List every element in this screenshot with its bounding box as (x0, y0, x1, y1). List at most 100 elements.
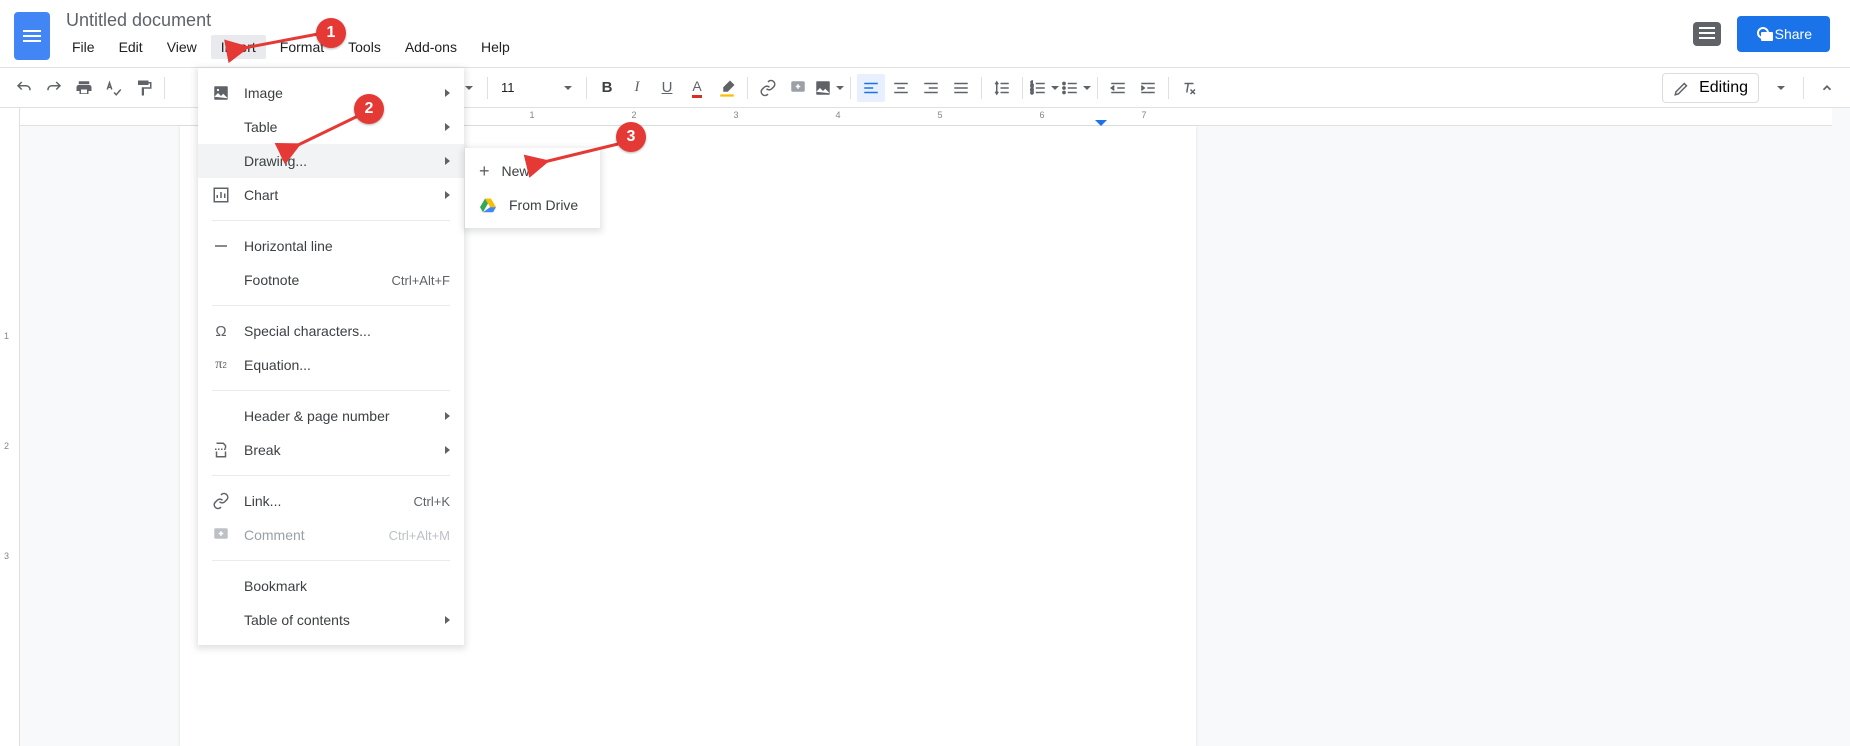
document-title[interactable]: Untitled document (62, 6, 1693, 33)
menu-item-label: Header & page number (244, 408, 390, 424)
paint-format-button[interactable] (130, 74, 158, 102)
blank-icon (212, 152, 230, 170)
pencil-icon (1673, 79, 1691, 97)
menu-shortcut: Ctrl+Alt+M (389, 528, 450, 543)
toolbar-separator (1803, 77, 1804, 99)
toolbar-separator (850, 77, 851, 99)
menu-addons[interactable]: Add-ons (395, 35, 467, 59)
docs-logo-icon[interactable] (14, 12, 50, 60)
clear-formatting-button[interactable] (1175, 74, 1203, 102)
toolbar-separator (586, 77, 587, 99)
v-ruler-mark: 2 (4, 441, 9, 451)
blank-icon (212, 407, 230, 425)
increase-indent-button[interactable] (1134, 74, 1162, 102)
submenu-arrow-icon (445, 123, 450, 131)
underline-button[interactable]: U (653, 74, 681, 102)
insert-link-button[interactable] (754, 74, 782, 102)
blank-icon (212, 611, 230, 629)
menu-item-link[interactable]: Link... Ctrl+K (198, 484, 464, 518)
menu-item-bookmark[interactable]: Bookmark (198, 569, 464, 603)
comment-icon (212, 526, 230, 544)
undo-button[interactable] (10, 74, 38, 102)
menu-item-footnote[interactable]: Footnote Ctrl+Alt+F (198, 263, 464, 297)
blank-icon (212, 577, 230, 595)
text-color-button[interactable]: A (683, 74, 711, 102)
menu-item-toc[interactable]: Table of contents (198, 603, 464, 637)
blank-icon (212, 118, 230, 136)
menu-item-label: Link... (244, 493, 281, 509)
line-spacing-button[interactable] (988, 74, 1016, 102)
mode-dropdown[interactable] (1765, 74, 1793, 102)
menu-item-special-chars[interactable]: Ω Special characters... (198, 314, 464, 348)
numbered-list-button[interactable]: 123 (1029, 74, 1059, 102)
annotation-badge-1: 1 (316, 18, 346, 48)
lock-icon (1755, 27, 1767, 41)
align-center-button[interactable] (887, 74, 915, 102)
submenu-label: New (502, 163, 530, 179)
italic-button[interactable]: I (623, 74, 651, 102)
menu-item-label: Image (244, 85, 283, 101)
blank-icon (212, 271, 230, 289)
menu-item-equation[interactable]: π2 Equation... (198, 348, 464, 382)
h-ruler-mark: 1 (529, 110, 534, 120)
menu-item-label: Table (244, 119, 277, 135)
bold-button[interactable]: B (593, 74, 621, 102)
menu-tools[interactable]: Tools (338, 35, 391, 59)
font-size-dropdown[interactable] (552, 74, 580, 102)
bulleted-list-button[interactable] (1061, 74, 1091, 102)
menu-separator (212, 475, 450, 476)
redo-button[interactable] (40, 74, 68, 102)
insert-image-button[interactable] (814, 74, 844, 102)
collapse-toolbar-button[interactable] (1814, 75, 1840, 101)
align-right-button[interactable] (917, 74, 945, 102)
menu-file[interactable]: File (62, 35, 105, 59)
toolbar-separator (164, 77, 165, 99)
mode-label: Editing (1699, 79, 1748, 97)
annotation-arrow-2 (288, 112, 366, 157)
submenu-arrow-icon (445, 157, 450, 165)
menu-item-label: Bookmark (244, 578, 307, 594)
menu-shortcut: Ctrl+Alt+F (391, 273, 450, 288)
font-size-value: 11 (495, 80, 521, 95)
link-icon (212, 492, 230, 510)
h-ruler-mark: 7 (1141, 110, 1146, 120)
omega-icon: Ω (212, 322, 230, 340)
submenu-label: From Drive (509, 197, 578, 213)
menu-item-chart[interactable]: Chart (198, 178, 464, 212)
menu-separator (212, 220, 450, 221)
menu-view[interactable]: View (157, 35, 207, 59)
add-comment-button[interactable] (784, 74, 812, 102)
horizontal-line-icon (212, 237, 230, 255)
submenu-item-from-drive[interactable]: From Drive (465, 188, 600, 222)
font-size-field[interactable]: 11 (494, 79, 550, 96)
open-comments-icon[interactable] (1693, 22, 1721, 46)
menu-item-break[interactable]: Break (198, 433, 464, 467)
menu-item-label: Break (244, 442, 281, 458)
submenu-arrow-icon (445, 446, 450, 454)
decrease-indent-button[interactable] (1104, 74, 1132, 102)
share-button[interactable]: Share (1737, 16, 1830, 52)
menu-edit[interactable]: Edit (109, 35, 153, 59)
menu-item-horizontal-line[interactable]: Horizontal line (198, 229, 464, 263)
logo-wrap (6, 6, 58, 60)
align-justify-button[interactable] (947, 74, 975, 102)
mode-selector[interactable]: Editing (1662, 73, 1759, 103)
drive-icon (479, 197, 497, 213)
submenu-arrow-icon (445, 89, 450, 97)
print-button[interactable] (70, 74, 98, 102)
menu-separator (212, 560, 450, 561)
vertical-ruler[interactable]: 1 2 3 (0, 108, 20, 746)
menu-separator (212, 305, 450, 306)
image-icon (212, 84, 230, 102)
svg-text:3: 3 (1031, 90, 1034, 96)
header-right: Share (1693, 6, 1840, 52)
menu-help[interactable]: Help (471, 35, 520, 59)
toolbar-separator (747, 77, 748, 99)
highlight-button[interactable] (713, 74, 741, 102)
menu-item-header-page[interactable]: Header & page number (198, 399, 464, 433)
align-left-button[interactable] (857, 74, 885, 102)
menu-item-image[interactable]: Image (198, 76, 464, 110)
spellcheck-button[interactable] (100, 74, 128, 102)
menu-shortcut: Ctrl+K (414, 494, 450, 509)
h-ruler-mark: 5 (937, 110, 942, 120)
